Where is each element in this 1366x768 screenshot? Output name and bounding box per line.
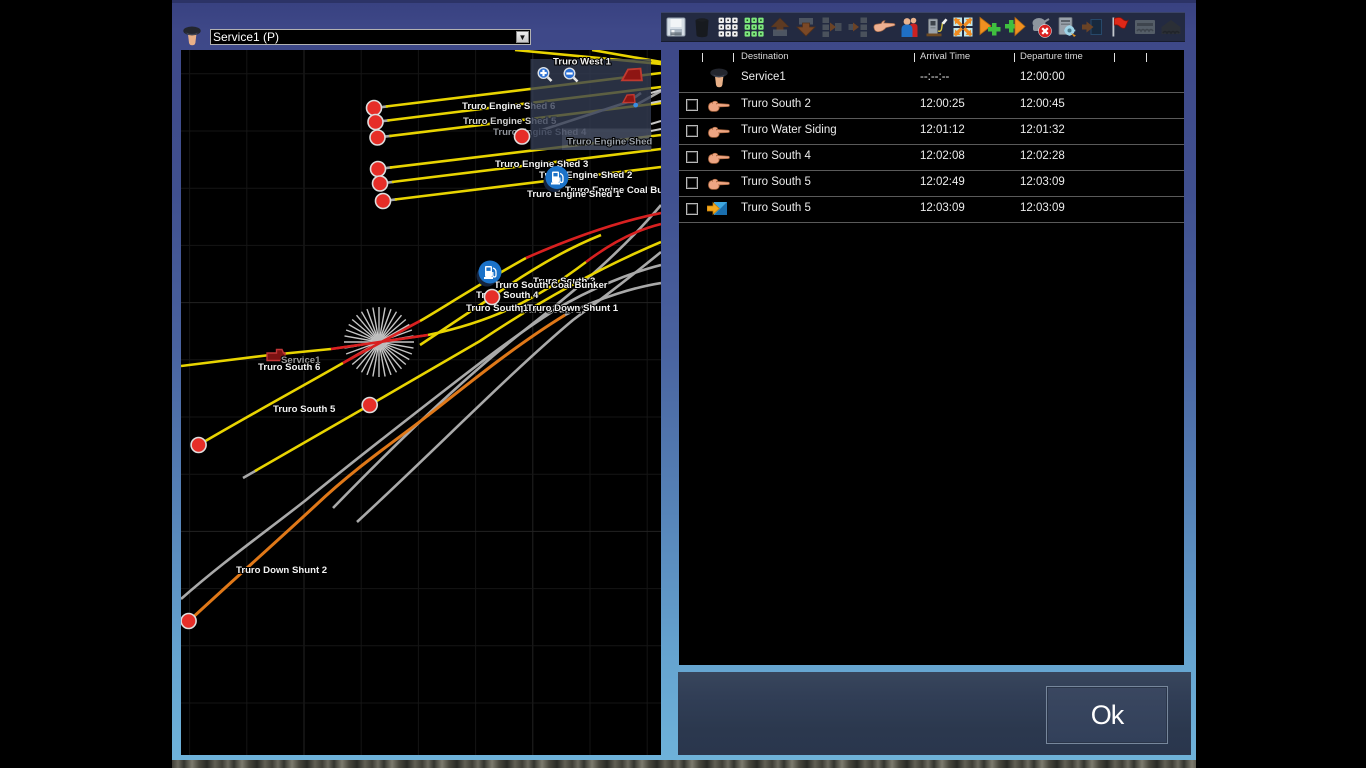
- svg-text:Truro Engine Shed 1: Truro Engine Shed 1: [527, 189, 621, 200]
- svg-text:Truro South 5: Truro South 5: [273, 404, 336, 415]
- svg-text:Truro Engine Shed 3: Truro Engine Shed 3: [495, 159, 588, 170]
- svg-text:Truro Engine Shed: Truro Engine Shed: [567, 137, 652, 148]
- svg-text:Truro South 1: Truro South 1: [466, 303, 529, 314]
- svg-text:Truro South 6: Truro South 6: [258, 362, 320, 373]
- svg-text:Truro West 1: Truro West 1: [553, 57, 612, 68]
- svg-text:Truro Down Shunt 1: Truro Down Shunt 1: [527, 303, 619, 314]
- svg-text:Truro Down Shunt 2: Truro Down Shunt 2: [236, 565, 327, 576]
